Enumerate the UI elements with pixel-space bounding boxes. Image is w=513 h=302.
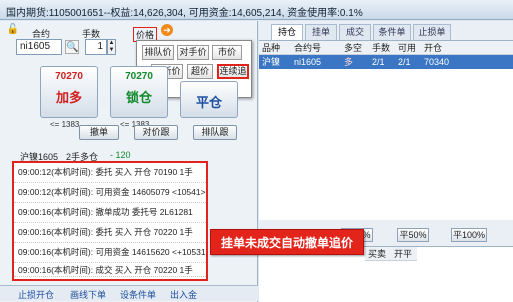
equity-value: 14,626,304 (133, 8, 184, 19)
tab-pending[interactable]: 挂单 (305, 24, 337, 40)
cell-available: 2/1 (398, 57, 411, 67)
close-50-button[interactable]: 平50% (397, 228, 429, 242)
account-id: 1105001651 (48, 8, 104, 19)
message-log: 09:00:12(本机时间): 委托 买入 开仓 70190 1手 09:00:… (12, 161, 208, 281)
log-row: 09:00:16(本机时间): 撤单成功 委托号 2L61281 (14, 203, 206, 223)
add-long-label: 加多 (55, 90, 82, 105)
cell-open-price: 70340 (424, 57, 450, 67)
footer-bar: 止损开仓 画线下单 设条件单 出入金 (0, 285, 258, 301)
column-header: 可用 (395, 41, 421, 55)
log-row: 09:00:16(本机时间): 委托 买入 开仓 70220 1手 (14, 223, 206, 243)
column-header: 开平 (391, 247, 417, 261)
counter-price-option[interactable]: 对手价 (177, 45, 209, 60)
arrow-icon: ➜ (161, 24, 173, 36)
conditional-order-link[interactable]: 设条件单 (120, 288, 156, 301)
column-header: 合约号 (291, 41, 341, 55)
position-pnl: - 120 (110, 150, 131, 160)
queue-price-option[interactable]: 排队价 (142, 45, 174, 60)
lots-stepper[interactable]: ▲ ▼ (107, 39, 116, 55)
column-header: 买卖 (365, 247, 391, 261)
tab-stop-loss[interactable]: 止损单 (413, 24, 451, 40)
log-row: 09:00:12(本机时间): 委托 买入 开仓 70190 1手 (14, 163, 206, 183)
follow-queue-button[interactable]: 排队跟 (193, 125, 237, 140)
cell-contract: ni1605 (294, 57, 322, 67)
close-100-button[interactable]: 平100% (451, 228, 487, 242)
add-long-button[interactable]: 70270 加多 (40, 66, 98, 118)
usage-value: 0.1% (339, 8, 363, 19)
contract-input[interactable]: ni1605 (16, 39, 62, 55)
column-header: 开仓 (421, 41, 513, 55)
cell-lots: 2/1 (372, 57, 385, 67)
cell-side: 多 (344, 57, 354, 67)
log-row: 09:00:12(本机时间): 可用资金 14605079 <10541> (14, 183, 206, 203)
funds-transfer-link[interactable]: 出入金 (170, 288, 197, 301)
equity-label: --权益: (103, 8, 134, 19)
cell-name: 沪镍 (262, 57, 281, 67)
market-price-option[interactable]: 市价 (212, 45, 242, 60)
close-position-button[interactable]: 平仓 (180, 81, 238, 118)
lock-position-price: 70270 (125, 71, 153, 82)
tab-positions[interactable]: 持仓 (271, 24, 303, 40)
auto-chase-callout: 挂单未成交自动撤单追价 (210, 229, 364, 255)
continuous-chase-option[interactable]: 连续追 (217, 64, 249, 79)
lock-position-label: 锁仓 (125, 90, 152, 105)
log-row: 09:00:16(本机时间): 可用资金 14615620 <+10531> (14, 243, 206, 263)
account-summary-bar: 国内期货:1105001651--权益:14,626,304, 可用资金:14,… (0, 0, 513, 20)
add-long-price: 70270 (55, 71, 83, 82)
market-label: 国内期货: (6, 8, 49, 19)
available-label: , 可用资金: (183, 8, 232, 19)
table-row[interactable]: 沪镍 ni1605 多 2/1 2/1 70340 (259, 55, 513, 69)
log-row: 09:00:16(本机时间): 成交 买入 开仓 70220 1手 (14, 263, 206, 277)
search-icon[interactable]: 🔍 (65, 40, 79, 54)
column-header: 手数 (369, 41, 395, 55)
tab-trades[interactable]: 成交 (339, 24, 371, 40)
close-position-label: 平仓 (195, 95, 222, 110)
follow-counter-button[interactable]: 对价跟 (134, 125, 178, 140)
stop-loss-open-link[interactable]: 止损开仓 (18, 288, 54, 301)
add-long-hint: <= 1383 (50, 120, 80, 129)
records-panel: 持仓 挂单 成交 条件单 止损单 品种 合约号 多空 手数 可用 开仓 沪镍 n… (259, 21, 513, 302)
order-panel: 🔓 合约 手数 价格 ➜ ni1605 🔍 1 ▲▼ 74600 排队价 对手价… (0, 21, 258, 302)
positions-table: 品种 合约号 多空 手数 可用 开仓 沪镍 ni1605 多 2/1 2/1 7… (259, 40, 513, 220)
over-price-option[interactable]: 超价 (187, 64, 213, 79)
usage-label: , 资金使用率: (281, 8, 340, 19)
tab-conditional[interactable]: 条件单 (373, 24, 411, 40)
lots-input[interactable]: 1 (85, 39, 107, 55)
lock-position-button[interactable]: 70270 锁仓 (110, 66, 168, 118)
column-header: 品种 (259, 41, 291, 55)
column-header: 多空 (341, 41, 369, 55)
lock-icon[interactable]: 🔓 (6, 23, 20, 37)
available-value: 14,605,214 (231, 8, 282, 19)
draw-line-order-link[interactable]: 画线下单 (70, 288, 106, 301)
cancel-order-button[interactable]: 撤单 (79, 125, 119, 140)
